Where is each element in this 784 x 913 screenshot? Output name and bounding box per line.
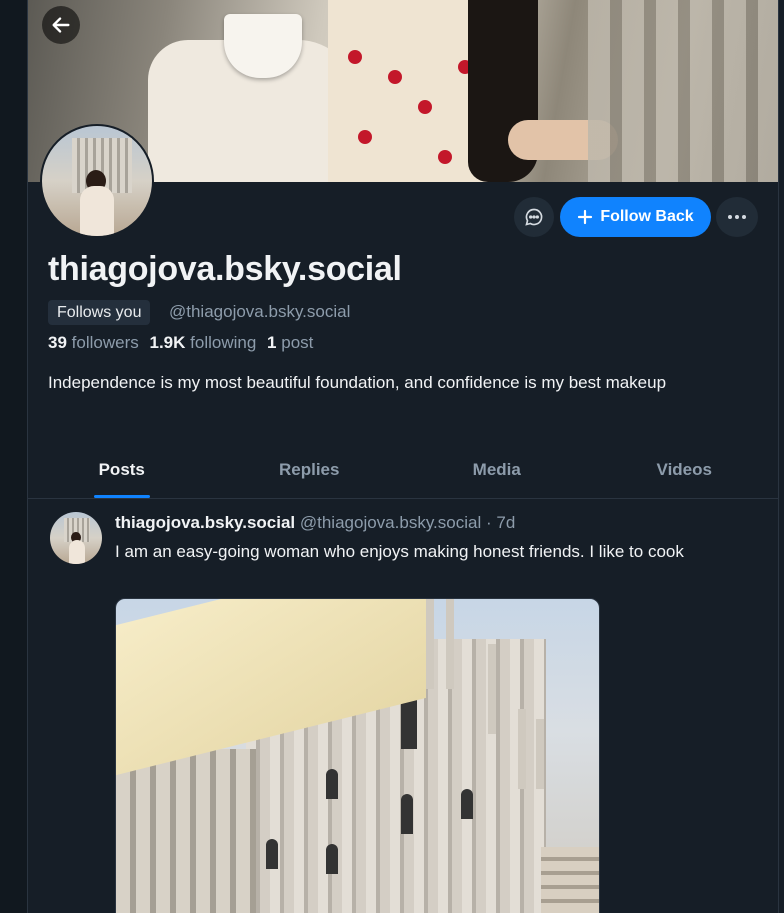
message-button[interactable] [514,197,554,237]
profile-handle: @thiagojova.bsky.social [169,302,351,321]
follows-you-badge: Follows you [48,300,151,325]
tab-videos[interactable]: Videos [591,448,779,498]
post-image[interactable] [115,598,600,913]
followers-link[interactable]: 39 followers [48,333,139,352]
post-timestamp[interactable]: 7d [496,513,515,532]
back-button[interactable] [42,6,80,44]
follow-back-button[interactable]: Follow Back [560,197,711,237]
profile-avatar[interactable] [40,124,154,238]
followers-label: followers [71,333,139,352]
profile-column: Follow Back thiagojova.bsky.social Follo… [28,0,779,913]
posts-label: post [281,333,314,352]
follow-back-label: Follow Back [600,208,694,225]
post-author-name[interactable]: thiagojova.bsky.social [115,513,295,532]
posts-count: 1 [267,333,277,352]
post-header: thiagojova.bsky.social @thiagojova.bsky.… [115,513,515,533]
profile-bio: Independence is my most beautiful founda… [48,373,667,392]
post-author-handle[interactable]: @thiagojova.bsky.social [300,513,481,532]
posts-stat: 1 post [267,333,313,352]
following-count: 1.9K [149,333,186,352]
active-tab-indicator [93,495,150,498]
post-meta-separator: · [485,513,492,532]
tab-label: Videos [656,460,712,479]
following-link[interactable]: 1.9K following [149,333,256,352]
followers-count: 39 [48,333,67,352]
profile-stats: 39 followers 1.9K following 1 post [48,333,313,353]
following-label: following [190,333,257,352]
tab-posts[interactable]: Posts [28,448,216,498]
arrow-left-icon [52,17,70,33]
ellipsis-icon [728,215,746,219]
profile-display-name: thiagojova.bsky.social [48,250,402,288]
tab-media[interactable]: Media [403,448,591,498]
tab-label: Media [472,460,521,479]
tab-label: Posts [98,460,145,479]
plus-icon [578,209,593,225]
coffee-cup [224,14,302,78]
more-options-button[interactable] [716,197,758,237]
tab-replies[interactable]: Replies [216,448,404,498]
profile-tabs: Posts Replies Media Videos [28,448,778,499]
post-text: I am an easy-going woman who enjoys maki… [115,542,684,561]
left-gutter [0,0,28,913]
chat-bubble-icon [525,208,543,226]
tab-label: Replies [279,460,340,479]
post-author-avatar[interactable] [50,512,102,564]
feed-post[interactable]: thiagojova.bsky.social @thiagojova.bsky.… [28,499,778,913]
